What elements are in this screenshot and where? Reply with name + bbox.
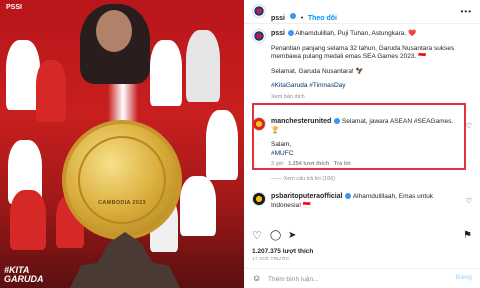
caption-para1: Penantian panjang selama 32 tahun, Garud… [271,44,455,61]
follow-button[interactable]: Theo dõi [308,15,337,22]
comment-heart-icon[interactable]: ♡ [466,197,472,205]
player-figure [150,40,182,106]
post-comment-button[interactable]: Đăng [456,274,472,281]
header-username[interactable]: pssi [271,15,285,22]
medal-inner-ring [78,136,166,224]
post-header: pssi • Theo dõi ••• [244,0,480,24]
psbarito-avatar[interactable] [252,192,266,206]
comment-username[interactable]: psbaritoputeraofficial [271,193,343,200]
comment-input[interactable] [268,273,438,285]
share-icon[interactable]: ➤ [288,230,296,242]
comment-heart-icon[interactable]: ♡ [466,122,472,130]
emoji-icon[interactable]: ☺ [252,273,261,283]
player-figure [36,60,66,122]
bookmark-icon[interactable]: ⚑ [463,230,472,242]
verified-icon [290,12,297,19]
post-timestamp: 17 GIỜ TRƯỚC [252,257,290,262]
view-replies-dash: —— [271,176,284,182]
caption-para2: Selamat, Garuda Nusantara! 🦅 [271,67,364,75]
pssi-avatar[interactable] [252,4,266,18]
verified-icon [287,30,294,37]
caption-hashtags[interactable]: #KitaGaruda #TimnasDay [271,82,471,91]
player-figure [10,190,46,250]
post-image[interactable]: PSSI CAMBODIA 2023 #KITA GARUDA [0,0,244,288]
image-hashtag-overlay: #KITA GARUDA [4,266,44,284]
view-replies-text[interactable]: Xem câu trả lời (166) [284,176,336,182]
separator-dot: • [300,15,304,22]
view-replies-link[interactable]: —— Xem câu trả lời (166) [271,176,335,182]
add-comment-bar: ☺ Đăng [244,268,480,288]
verified-icon [345,193,352,200]
image-logo-text: PSSI [6,4,22,11]
comment-first-line: psbaritoputeraofficial Alhamdulillaah, E… [271,193,461,210]
caption-avatar[interactable] [252,29,266,43]
caption-line1: Alhamdulillah, Puji Tuhan, Astungkara. ❤… [295,30,417,37]
coach-face [96,10,132,52]
post-likes-count[interactable]: 1.207.375 lượt thích [252,248,313,255]
player-figure [186,30,220,102]
player-figure [6,40,40,110]
image-hashtag-line2: GARUDA [4,274,44,284]
player-figure [180,176,216,236]
caption-block: pssi Alhamdulillah, Puji Tuhan, Astungka… [271,30,471,100]
header-user-row: pssi • Theo dõi [271,7,337,25]
see-translation-link[interactable]: Xem bản dịch [271,94,471,100]
caption-username[interactable]: pssi [271,30,285,37]
post-action-bar: ♡ ◯ ➤ ⚑ [252,230,472,244]
caption-first-line: pssi Alhamdulillah, Puji Tuhan, Astungka… [271,30,471,39]
highlight-box [252,103,466,170]
more-icon[interactable]: ••• [461,7,472,16]
comment-psbarito: psbaritoputeraofficial Alhamdulillaah, E… [271,193,461,210]
medal-text: CAMBODIA 2023 [98,200,146,206]
comment-icon[interactable]: ◯ [270,230,281,242]
like-heart-icon[interactable]: ♡ [252,230,262,242]
player-figure [206,110,238,180]
